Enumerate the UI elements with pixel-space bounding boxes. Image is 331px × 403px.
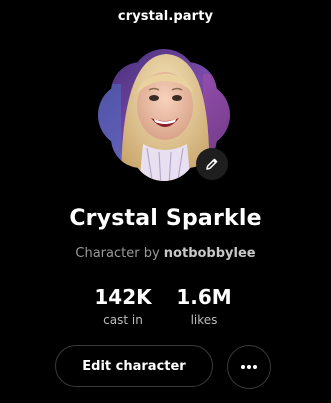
byline-prefix: Character by xyxy=(75,246,160,261)
site-name: crystal.party xyxy=(117,9,214,24)
stat-likes: 1.6M likes xyxy=(168,284,240,327)
stat-label: cast in xyxy=(103,313,143,327)
stat-value: 1.6M xyxy=(176,285,232,309)
stat-cast-in: 142K cast in xyxy=(88,284,158,327)
character-name: Crystal Sparkle xyxy=(69,206,262,231)
author-link[interactable]: notbobbylee xyxy=(164,246,256,261)
stat-label: likes xyxy=(190,313,218,327)
pencil-icon xyxy=(206,158,218,170)
stat-value: 142K xyxy=(94,285,152,309)
byline: Character by notbobbylee xyxy=(0,246,331,261)
avatar[interactable] xyxy=(91,44,237,186)
ellipsis-icon xyxy=(241,365,257,369)
more-options-button[interactable] xyxy=(227,345,271,389)
edit-character-button[interactable]: Edit character xyxy=(55,345,213,387)
edit-avatar-button[interactable] xyxy=(196,148,228,180)
